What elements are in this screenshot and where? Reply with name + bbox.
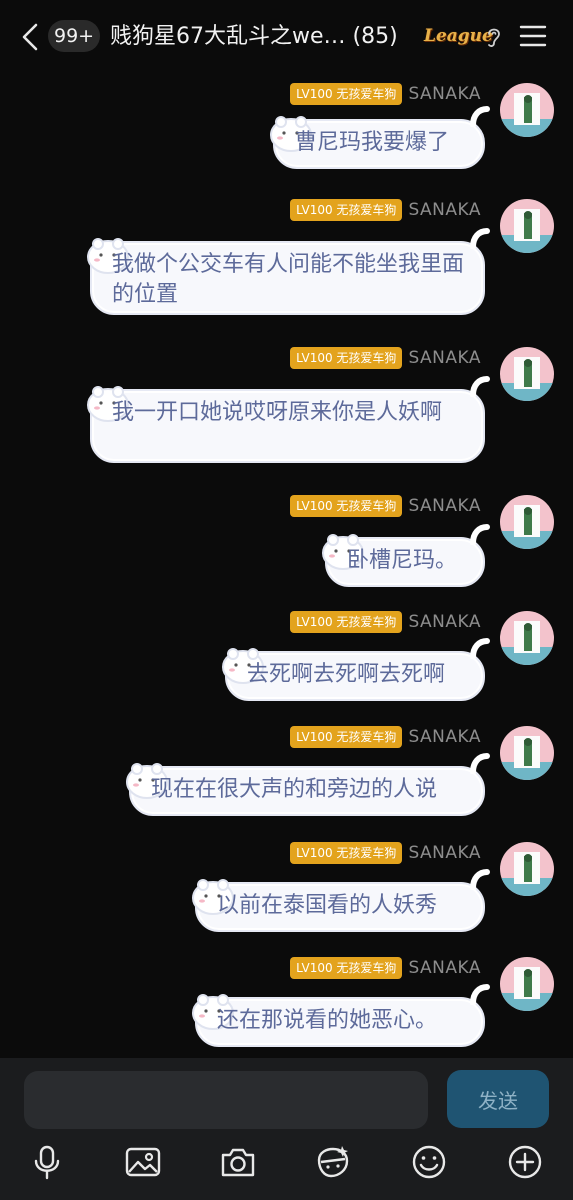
level-tag: LV100 无孩爱车狗 [290,495,403,517]
message-text: 我做个公交车有人问能不能坐我里面的位置 [112,252,465,307]
message-bubble[interactable]: 还在那说看的她恶心。 [192,984,490,1047]
message-bubble[interactable]: 我一开口她说哎呀原来你是人妖啊 [87,376,490,463]
message-text: 以前在泰国看的人妖秀 [217,893,438,918]
message-text: 卧槽尼玛。 [347,548,458,573]
sender-name[interactable]: SANAKA [408,83,481,105]
avatar[interactable] [500,611,554,665]
sender-name[interactable]: SANAKA [408,842,481,864]
chat-title[interactable]: 贱狗星67大乱斗之we… (85) [110,20,425,54]
message-bubble[interactable]: 去死啊去死啊去死啊 [222,638,490,701]
message-bubble[interactable]: 以前在泰国看的人妖秀 [192,869,490,932]
message-bubble[interactable]: 现在在很大声的和旁边的人说 [126,753,490,816]
level-tag: LV100 无孩爱车狗 [290,347,403,369]
sender-name[interactable]: SANAKA [408,347,481,369]
sender-name[interactable]: SANAKA [408,726,481,748]
avatar[interactable] [500,957,554,1011]
avatar[interactable] [500,726,554,780]
message-text: 去死啊去死啊去死啊 [247,662,446,687]
plus-icon[interactable] [505,1142,545,1182]
league-badge: League [424,26,493,46]
message-meta: LV100 无孩爱车狗 SANAKA [290,611,481,633]
avatar[interactable] [500,495,554,549]
avatar[interactable] [500,83,554,137]
level-tag: LV100 无孩爱车狗 [290,83,403,105]
menu-icon[interactable] [519,24,547,48]
message-bubble[interactable]: 曹尼玛我要爆了 [270,106,490,169]
sticker-icon[interactable] [313,1142,353,1182]
message-meta: LV100 无孩爱车狗 SANAKA [290,726,481,748]
image-icon[interactable] [123,1142,163,1182]
level-tag: LV100 无孩爱车狗 [290,957,403,979]
cat-tail-icon [470,638,490,659]
message-meta: LV100 无孩爱车狗 SANAKA [290,199,481,221]
level-tag: LV100 无孩爱车狗 [290,842,403,864]
level-tag: LV100 无孩爱车狗 [290,199,403,221]
message-input[interactable] [24,1071,428,1129]
sender-name[interactable]: SANAKA [408,611,481,633]
avatar[interactable] [500,842,554,896]
cat-tail-icon [470,376,490,397]
cat-tail-icon [470,524,490,545]
message-meta: LV100 无孩爱车狗 SANAKA [290,842,481,864]
back-arrow-icon[interactable] [18,22,42,52]
sender-name[interactable]: SANAKA [408,957,481,979]
message-meta: LV100 无孩爱车狗 SANAKA [290,347,481,369]
message-text: 还在那说看的她恶心。 [217,1008,438,1033]
message-text: 我一开口她说哎呀原来你是人妖啊 [112,400,443,425]
message-text: 现在在很大声的和旁边的人说 [151,777,438,802]
avatar[interactable] [500,199,554,253]
cat-tail-icon [470,869,490,890]
member-count: (85) [352,24,398,49]
cat-tail-icon [470,228,490,249]
message-bubble[interactable]: 我做个公交车有人问能不能坐我里面的位置 [87,228,490,315]
message-meta: LV100 无孩爱车狗 SANAKA [290,495,481,517]
microphone-icon[interactable] [27,1142,67,1182]
sender-name[interactable]: SANAKA [408,199,481,221]
camera-icon[interactable] [218,1142,258,1182]
message-meta: LV100 无孩爱车狗 SANAKA [290,957,481,979]
level-tag: LV100 无孩爱车狗 [290,726,403,748]
cat-tail-icon [470,984,490,1005]
level-tag: LV100 无孩爱车狗 [290,611,403,633]
chat-header: 99+ 贱狗星67大乱斗之we… (85) League [0,0,573,72]
sender-name[interactable]: SANAKA [408,495,481,517]
message-bubble[interactable]: 卧槽尼玛。 [322,524,490,587]
cat-tail-icon [470,753,490,774]
group-name: 贱狗星67大乱斗之we… [110,24,346,49]
emoji-icon[interactable] [409,1142,449,1182]
send-button[interactable]: 发送 [447,1070,549,1128]
message-meta: LV100 无孩爱车狗 SANAKA [290,83,481,105]
unread-count-badge[interactable]: 99+ [48,20,101,52]
avatar[interactable] [500,347,554,401]
ear-icon[interactable] [484,24,504,50]
message-text: 曹尼玛我要爆了 [295,130,450,155]
composer-bar: 发送 [0,1058,573,1200]
cat-tail-icon [470,106,490,127]
